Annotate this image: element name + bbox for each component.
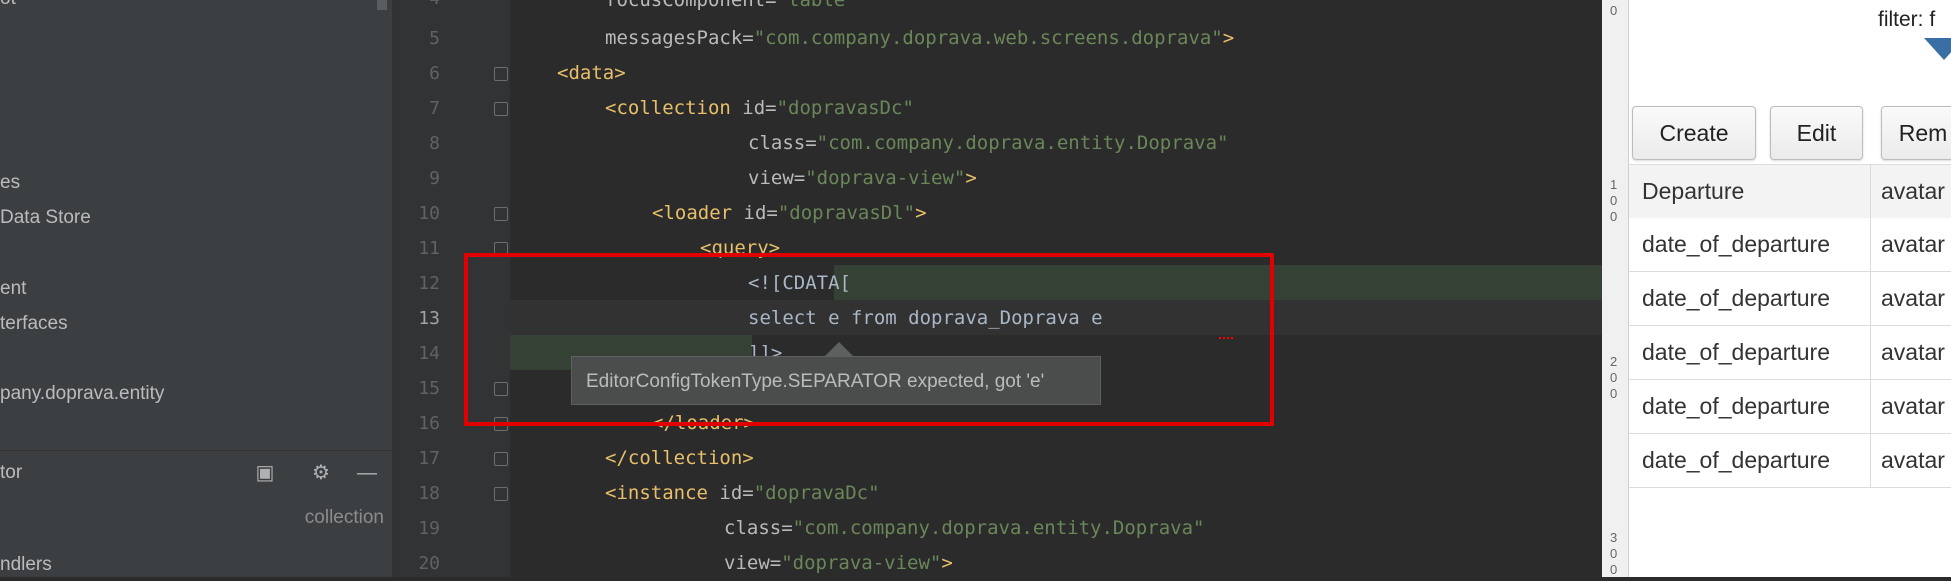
vertical-ruler: 0 1 0 0 2 0 0 3 0 0 <box>1602 0 1629 577</box>
table-cell: avatar <box>1881 339 1945 365</box>
table-cell: avatar <box>1881 393 1945 419</box>
minimize-icon[interactable]: — <box>355 461 379 485</box>
code-line: <data> <box>557 62 626 84</box>
error-tooltip: EditorConfigTokenType.SEPARATOR expected… <box>571 356 1101 405</box>
remove-button[interactable]: Rem <box>1881 106 1951 160</box>
line-number: 4 <box>394 0 440 9</box>
code-line: view="doprava-view"> <box>748 167 977 189</box>
fold-marker-icon[interactable] <box>494 452 508 466</box>
line-number: 19 <box>418 518 440 539</box>
line-number: 14 <box>418 343 440 364</box>
project-tree-item[interactable]: Data Store <box>0 207 91 229</box>
edit-button[interactable]: Edit <box>1770 106 1863 160</box>
tooltip-arrow <box>825 342 853 356</box>
ruler-tick: 0 <box>1610 546 1618 561</box>
table-cell: avatar <box>1881 447 1945 473</box>
table-cell: date_of_departure <box>1642 393 1830 419</box>
screen-preview: 0 1 0 0 2 0 0 3 0 0 filter: f Create Edi… <box>1602 0 1951 577</box>
structure-title: tor <box>0 462 23 483</box>
code-line: <loader id="dopravasDl"> <box>652 202 927 224</box>
filter-funnel-icon[interactable] <box>1924 38 1951 60</box>
project-tree-item[interactable]: ent <box>0 278 26 300</box>
table-cell: date_of_departure <box>1642 339 1830 365</box>
ruler-tick: 0 <box>1610 193 1618 208</box>
ruler-tick: 0 <box>1610 562 1618 577</box>
ruler-tick: 0 <box>1610 209 1618 224</box>
line-number: 15 <box>418 378 440 399</box>
project-scrollbar[interactable] <box>377 0 387 10</box>
code-line: class="com.company.doprava.entity.Doprav… <box>748 132 1229 154</box>
line-number: 11 <box>418 238 440 259</box>
line-number: 5 <box>429 28 440 49</box>
column-header[interactable]: Departure <box>1642 165 1862 218</box>
table-cell: avatar <box>1881 231 1945 257</box>
create-button[interactable]: Create <box>1632 106 1756 160</box>
code-line: </collection> <box>605 447 754 469</box>
fold-marker-icon[interactable] <box>494 102 508 116</box>
project-tree-item[interactable]: terfaces <box>0 313 68 335</box>
table-row[interactable]: date_of_departure avatar <box>1629 326 1951 380</box>
ruler-tick: 3 <box>1610 530 1618 545</box>
structure-content: collection ndlers <box>0 497 392 577</box>
structure-toolbar: tor ▣ ⚙ — <box>0 450 392 497</box>
line-number: 9 <box>429 168 440 189</box>
column-header[interactable]: avatar <box>1881 165 1951 218</box>
ruler-tick: 1 <box>1610 177 1618 192</box>
table-row[interactable]: date_of_departure avatar <box>1629 380 1951 434</box>
line-number: 8 <box>429 133 440 154</box>
code-line: messagesPack="com.company.doprava.web.sc… <box>605 27 1235 49</box>
line-number: 6 <box>429 63 440 84</box>
ruler-tick: 2 <box>1610 354 1618 369</box>
gear-icon[interactable]: ⚙ <box>309 461 333 485</box>
line-number: 7 <box>429 98 440 119</box>
line-number: 10 <box>418 203 440 224</box>
line-number: 17 <box>418 448 440 469</box>
structure-context-label: collection <box>304 507 384 528</box>
project-panel: ot es Data Store ent terfaces pany.dopra… <box>0 0 392 577</box>
line-number: 18 <box>418 483 440 504</box>
line-number: 12 <box>418 273 440 294</box>
fold-marker-icon[interactable] <box>494 207 508 221</box>
code-line: focusComponent="table" <box>605 0 857 11</box>
table-header-row: Departure avatar <box>1629 164 1951 219</box>
line-number-current: 13 <box>418 308 440 329</box>
code-line: view="doprava-view"> <box>724 552 953 574</box>
ruler-tick: 0 <box>1610 370 1618 385</box>
table-cell: date_of_departure <box>1642 285 1830 311</box>
code-line: <collection id="dopravasDc" <box>605 97 914 119</box>
code-line: class="com.company.doprava.entity.Doprav… <box>724 517 1205 539</box>
project-tree-item[interactable]: pany.doprava.entity <box>0 383 164 405</box>
table-cell: avatar <box>1881 285 1945 311</box>
table-cell: date_of_departure <box>1642 231 1830 257</box>
project-tree-item[interactable]: ot <box>0 0 16 10</box>
fold-marker-icon[interactable] <box>494 487 508 501</box>
fold-marker-icon[interactable] <box>494 67 508 81</box>
filter-label: filter: f <box>1878 8 1936 31</box>
code-line: <instance id="dopravaDc" <box>605 482 880 504</box>
table-row[interactable]: date_of_departure avatar <box>1629 218 1951 272</box>
line-number: 16 <box>418 413 440 434</box>
table-cell: date_of_departure <box>1642 447 1830 473</box>
ruler-tick: 0 <box>1610 386 1618 401</box>
table-row[interactable]: date_of_departure avatar <box>1629 434 1951 488</box>
table-row[interactable]: date_of_departure avatar <box>1629 272 1951 326</box>
ruler-tick: 0 <box>1610 3 1618 18</box>
structure-item[interactable]: ndlers <box>0 554 52 576</box>
line-number: 20 <box>418 553 440 574</box>
restore-layout-icon[interactable]: ▣ <box>253 461 277 485</box>
project-tree-item[interactable]: es <box>0 172 20 194</box>
